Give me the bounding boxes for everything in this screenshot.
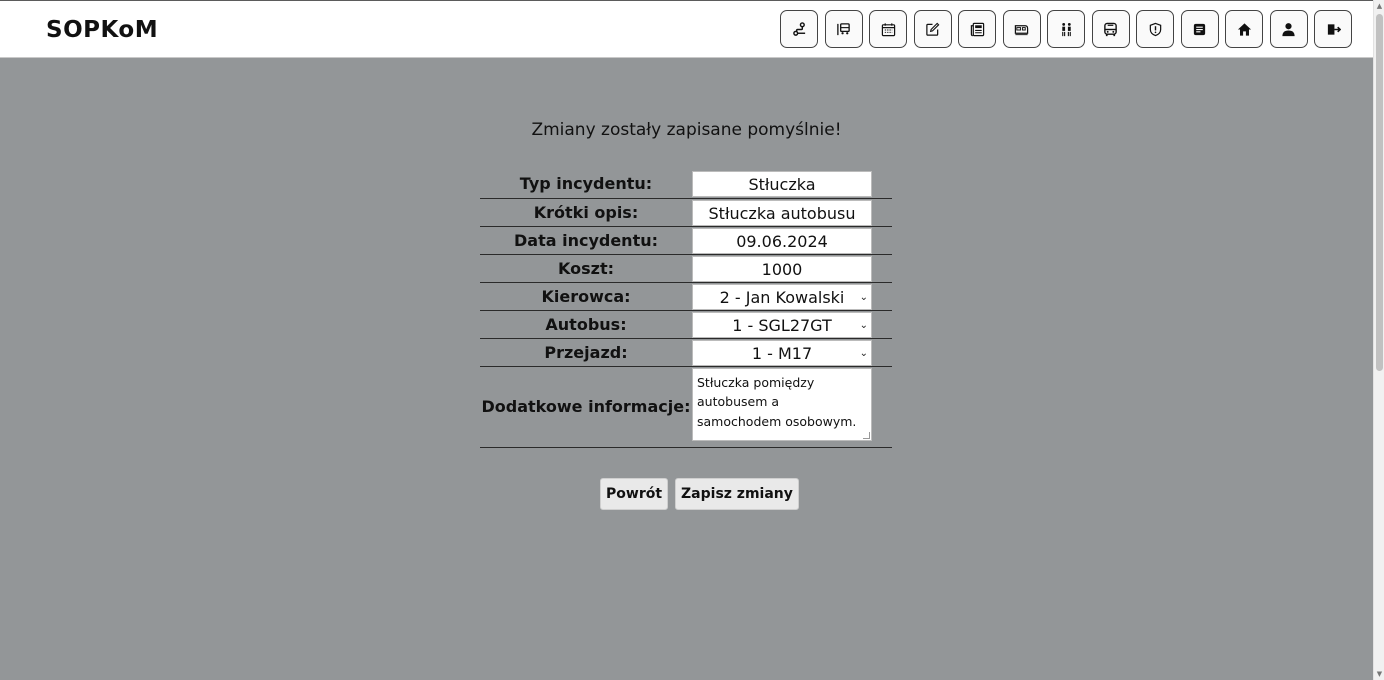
form-row-info: Dodatkowe informacje: Stłuczka pomiędzy … — [480, 366, 892, 448]
trip-label: Przejazd: — [480, 338, 692, 367]
top-navbar: SOPKoM — [0, 0, 1373, 58]
driver-select[interactable]: 2 - Jan Kowalski ⌄ — [692, 283, 872, 310]
chevron-down-icon: ⌄ — [859, 347, 868, 359]
home-icon — [1237, 22, 1251, 36]
nav-shield-button[interactable] — [1136, 10, 1174, 48]
description-field[interactable]: Stłuczka autobusu — [692, 199, 872, 226]
user-icon — [1282, 22, 1295, 36]
resize-handle-icon[interactable] — [863, 431, 870, 439]
chevron-down-icon: ⌄ — [859, 319, 868, 331]
chevron-down-icon: ⌄ — [859, 291, 868, 303]
scroll-thumb[interactable] — [1376, 14, 1383, 371]
nav-notes-button[interactable] — [1180, 10, 1219, 48]
date-field[interactable]: 09.06.2024 — [692, 227, 872, 254]
bus-front-icon — [1104, 22, 1117, 36]
nav-bus-stop-button[interactable] — [824, 10, 863, 48]
nav-bus-side-button[interactable] — [1002, 10, 1041, 48]
bus-select-value: 1 - SGL27GT — [732, 315, 832, 335]
bus-label: Autobus: — [480, 310, 692, 339]
bus-stop-icon — [837, 22, 850, 35]
trip-select-value: 1 - M17 — [751, 343, 813, 363]
scroll-up-arrow-icon[interactable]: ▲ — [1375, 1, 1384, 11]
nav-route-button[interactable] — [780, 10, 818, 48]
type-label: Typ incydentu: — [480, 170, 692, 199]
form-row-bus: Autobus: 1 - SGL27GT ⌄ — [480, 310, 892, 339]
nav-calendar-button[interactable] — [869, 10, 907, 48]
form-row-driver: Kierowca: 2 - Jan Kowalski ⌄ — [480, 282, 892, 311]
type-field[interactable]: Stłuczka — [692, 171, 872, 198]
nav-buttons — [780, 10, 1352, 48]
description-label: Krótki opis: — [480, 198, 692, 227]
nav-user-button[interactable] — [1269, 10, 1308, 48]
success-message: Zmiany zostały zapisane pomyślnie! — [531, 120, 842, 140]
scroll-down-arrow-icon[interactable]: ▼ — [1375, 669, 1384, 679]
form-row-description: Krótki opis: Stłuczka autobusu — [480, 198, 892, 227]
route-icon — [792, 21, 805, 36]
trip-select[interactable]: 1 - M17 ⌄ — [692, 339, 872, 366]
driver-label: Kierowca: — [480, 282, 692, 311]
nav-news-button[interactable] — [958, 10, 996, 48]
driver-select-value: 2 - Jan Kowalski — [719, 287, 845, 307]
newspaper-icon — [970, 22, 984, 36]
form-row-date: Data incydentu: 09.06.2024 — [480, 226, 892, 255]
bus-select[interactable]: 1 - SGL27GT ⌄ — [692, 311, 872, 338]
shield-icon — [1149, 22, 1161, 36]
form-row-trip: Przejazd: 1 - M17 ⌄ — [480, 338, 892, 367]
form-buttons: Powrót Zapisz zmiany — [600, 478, 799, 510]
info-label: Dodatkowe informacje: — [480, 366, 692, 448]
info-textarea[interactable]: Stłuczka pomiędzy autobusem a samochodem… — [692, 367, 872, 441]
nav-edit-button[interactable] — [913, 10, 952, 48]
app-logo[interactable]: SOPKoM — [46, 17, 158, 43]
nav-bus-front-button[interactable] — [1091, 10, 1130, 48]
nav-home-button[interactable] — [1225, 10, 1263, 48]
nav-passengers-button[interactable] — [1047, 10, 1085, 48]
nav-logout-button[interactable] — [1314, 10, 1352, 48]
back-button[interactable]: Powrót — [600, 478, 669, 510]
vertical-scrollbar[interactable]: ▲ ▼ — [1373, 0, 1384, 680]
date-label: Data incydentu: — [480, 226, 692, 255]
cost-field[interactable]: 1000 — [692, 255, 872, 282]
form-row-type: Typ incydentu: Stłuczka — [480, 170, 892, 199]
cost-label: Koszt: — [480, 254, 692, 283]
logout-icon — [1327, 23, 1341, 35]
save-changes-button[interactable]: Zapisz zmiany — [675, 478, 799, 510]
incident-form: Typ incydentu: Stłuczka Krótki opis: Stł… — [480, 170, 892, 448]
passengers-icon — [1061, 22, 1071, 36]
form-row-cost: Koszt: 1000 — [480, 254, 892, 283]
note-icon — [1193, 23, 1206, 35]
calendar-icon — [881, 22, 895, 36]
info-textarea-value: Stłuczka pomiędzy autobusem a samochodem… — [697, 374, 857, 429]
edit-icon — [926, 22, 940, 36]
bus-side-icon — [1014, 24, 1029, 35]
